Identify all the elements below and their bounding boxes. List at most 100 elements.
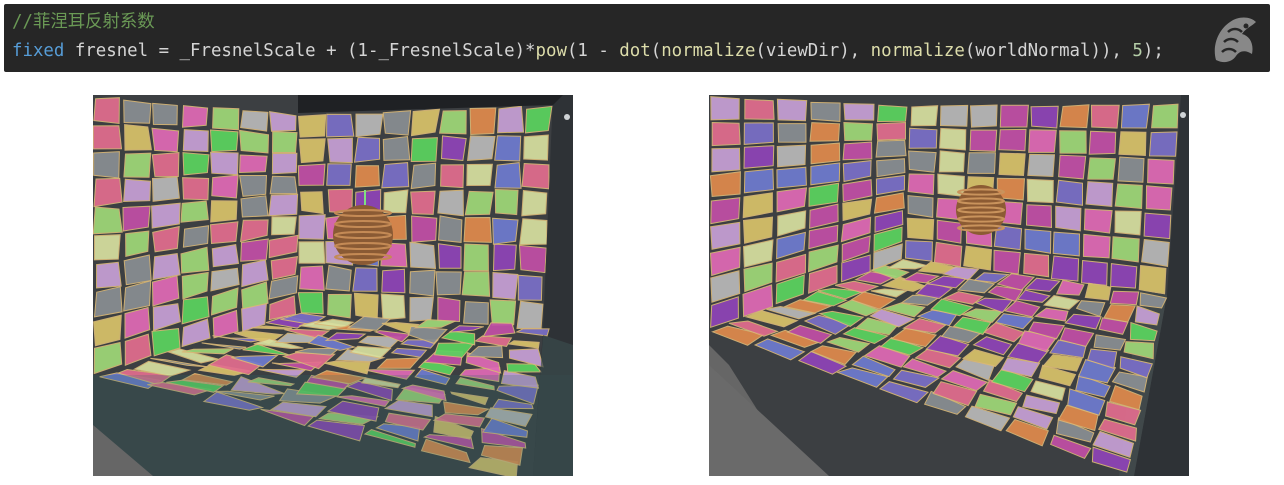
tile bbox=[875, 139, 907, 158]
tile bbox=[268, 193, 299, 217]
tile bbox=[299, 265, 325, 291]
tile bbox=[182, 177, 210, 201]
watermark-icon bbox=[1214, 17, 1256, 63]
tile bbox=[182, 129, 209, 153]
tile bbox=[437, 215, 463, 243]
tile bbox=[327, 293, 352, 319]
tile bbox=[743, 168, 775, 194]
tile bbox=[1030, 105, 1059, 129]
tile bbox=[298, 241, 326, 264]
tile bbox=[1025, 204, 1053, 228]
tile bbox=[93, 97, 120, 125]
tile bbox=[904, 240, 933, 262]
tile bbox=[93, 206, 123, 235]
tile bbox=[1058, 154, 1087, 180]
tile bbox=[440, 164, 465, 189]
tile bbox=[380, 293, 406, 321]
tile bbox=[123, 178, 152, 203]
code-args-1: (1 - bbox=[566, 41, 620, 61]
tile bbox=[439, 110, 467, 135]
tile bbox=[297, 163, 326, 186]
tile bbox=[409, 269, 436, 297]
tile bbox=[776, 144, 807, 168]
scene-right-canvas bbox=[709, 95, 1189, 476]
tile bbox=[710, 96, 740, 121]
tile bbox=[1120, 103, 1150, 129]
tile bbox=[325, 264, 352, 292]
tile bbox=[843, 103, 875, 121]
tile bbox=[776, 166, 807, 189]
tile bbox=[998, 128, 1027, 152]
tile bbox=[182, 152, 210, 176]
tile bbox=[842, 141, 873, 161]
tile bbox=[211, 174, 239, 199]
scene-render-left bbox=[93, 95, 573, 476]
tile bbox=[494, 162, 522, 189]
tile bbox=[410, 190, 436, 215]
tile bbox=[209, 221, 239, 245]
tile bbox=[461, 271, 491, 297]
tile bbox=[523, 134, 549, 161]
tile bbox=[410, 108, 441, 137]
tile bbox=[1055, 179, 1083, 206]
tile bbox=[152, 102, 178, 126]
tile bbox=[494, 135, 522, 162]
tile bbox=[240, 238, 269, 262]
tile bbox=[518, 244, 547, 274]
tile bbox=[381, 162, 410, 189]
tile bbox=[1055, 205, 1082, 232]
tile bbox=[1145, 185, 1173, 211]
tile bbox=[1026, 178, 1054, 204]
tile bbox=[240, 110, 269, 132]
tile bbox=[810, 162, 841, 186]
tile bbox=[939, 127, 967, 151]
tile bbox=[810, 101, 841, 122]
tile bbox=[1090, 104, 1120, 129]
tile bbox=[271, 131, 298, 153]
tile bbox=[409, 241, 437, 270]
tile bbox=[181, 105, 209, 128]
tile bbox=[151, 202, 181, 229]
tile bbox=[1024, 228, 1052, 254]
scene-left-canvas bbox=[93, 95, 573, 476]
tile bbox=[497, 105, 525, 134]
tile bbox=[151, 127, 180, 153]
tile bbox=[182, 225, 210, 248]
tile bbox=[938, 150, 966, 173]
tile bbox=[463, 216, 492, 243]
tile bbox=[908, 127, 938, 149]
tile bbox=[239, 129, 270, 154]
tile bbox=[519, 218, 548, 246]
tile bbox=[998, 152, 1026, 177]
tile bbox=[410, 137, 438, 163]
tile bbox=[95, 261, 122, 289]
tile bbox=[326, 163, 352, 186]
code-function-normalize-1: normalize bbox=[661, 41, 756, 61]
tile bbox=[209, 129, 239, 153]
tile bbox=[1087, 157, 1116, 180]
tile bbox=[1059, 130, 1087, 154]
code-statement: fixed fresnel = _FresnelScale + (1-_Fres… bbox=[12, 40, 1164, 62]
tile bbox=[327, 137, 353, 164]
tile bbox=[1082, 233, 1111, 259]
tile bbox=[936, 219, 963, 244]
tile bbox=[1052, 231, 1081, 257]
tile bbox=[353, 292, 379, 320]
tile bbox=[1088, 130, 1117, 155]
tile bbox=[744, 98, 775, 120]
tile bbox=[843, 121, 874, 142]
tile bbox=[1117, 156, 1145, 183]
tile bbox=[1114, 183, 1143, 210]
tile bbox=[463, 301, 489, 325]
tile bbox=[877, 104, 908, 123]
tile bbox=[151, 151, 180, 178]
tile bbox=[466, 163, 493, 187]
tile bbox=[300, 191, 324, 215]
tile bbox=[1027, 153, 1056, 178]
tile bbox=[1028, 129, 1057, 153]
code-args-5: ); bbox=[1142, 41, 1164, 61]
sphere bbox=[956, 185, 1006, 235]
tile bbox=[463, 243, 489, 272]
tile bbox=[298, 138, 326, 164]
tile bbox=[93, 234, 121, 261]
